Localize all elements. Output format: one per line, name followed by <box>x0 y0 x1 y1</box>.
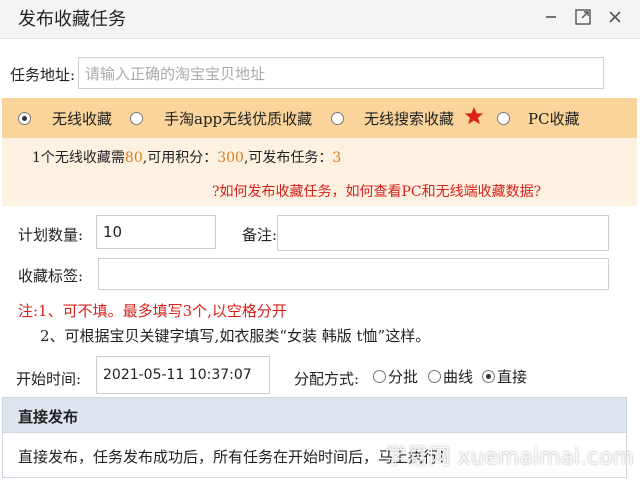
cost-value: 80 <box>124 150 143 166</box>
cost-info: 1个无线收藏需80,可用积分：300,可发布任务：3 <box>32 150 342 166</box>
panel-title: 直接发布 <box>18 408 79 426</box>
quantity-input[interactable]: 10 <box>96 215 216 249</box>
task-address-placeholder: 请输入正确的淘宝宝贝地址 <box>85 64 266 83</box>
maximize-icon[interactable] <box>572 6 594 28</box>
distribution-label: 分配方式: <box>294 370 360 388</box>
radio-label-search-fav[interactable]: 无线搜索收藏 <box>364 108 454 129</box>
radio-pc-fav[interactable] <box>497 111 510 129</box>
quantity-label: 计划数量: <box>18 226 84 244</box>
tags-label: 收藏标签: <box>18 267 84 285</box>
radio-direct[interactable] <box>482 369 495 387</box>
note-2: 2、可根据宝贝关键字填写,如衣服类“女装 韩版 t恤”这样。 <box>40 327 431 345</box>
radio-batch[interactable] <box>373 369 386 387</box>
radio-label-curve[interactable]: 曲线 <box>443 366 473 387</box>
quantity-value: 10 <box>103 223 123 241</box>
start-time-label: 开始时间: <box>16 370 82 388</box>
remark-input[interactable] <box>277 215 609 251</box>
radio-label-direct[interactable]: 直接 <box>497 366 527 387</box>
remark-label: 备注: <box>242 226 278 244</box>
radio-wireless-fav[interactable] <box>18 111 31 129</box>
note-1: 注:1、可不填。最多填写3个,以空格分开 <box>18 302 287 320</box>
panel-header <box>2 397 627 433</box>
radio-label-batch[interactable]: 分批 <box>388 366 418 387</box>
radio-label-wireless-fav[interactable]: 无线收藏 <box>52 108 112 129</box>
radio-search-fav[interactable] <box>331 111 344 129</box>
points-value: 300 <box>217 150 244 166</box>
tags-input[interactable] <box>98 258 609 290</box>
task-address-label: 任务地址: <box>10 66 76 84</box>
radio-curve[interactable] <box>428 369 441 387</box>
radio-app-fav[interactable] <box>130 111 143 129</box>
minimize-icon[interactable] <box>540 6 562 28</box>
help-link[interactable]: ?如何发布收藏任务，如何查看PC和无线端收藏数据? <box>212 181 541 201</box>
close-icon[interactable] <box>604 6 626 28</box>
radio-label-app-fav[interactable]: 手淘app无线优质收藏 <box>164 108 312 129</box>
radio-label-pc-fav[interactable]: PC收藏 <box>528 108 580 129</box>
star-icon <box>464 106 484 130</box>
start-time-input[interactable]: 2021-05-11 10:37:07 <box>96 356 270 394</box>
watermark: 学易网 xuemaimai.com <box>384 445 634 470</box>
start-time-value: 2021-05-11 10:37:07 <box>103 367 252 383</box>
tasks-value: 3 <box>332 150 342 166</box>
window-title: 发布收藏任务 <box>18 9 126 30</box>
task-address-input[interactable]: 请输入正确的淘宝宝贝地址 <box>78 57 604 89</box>
